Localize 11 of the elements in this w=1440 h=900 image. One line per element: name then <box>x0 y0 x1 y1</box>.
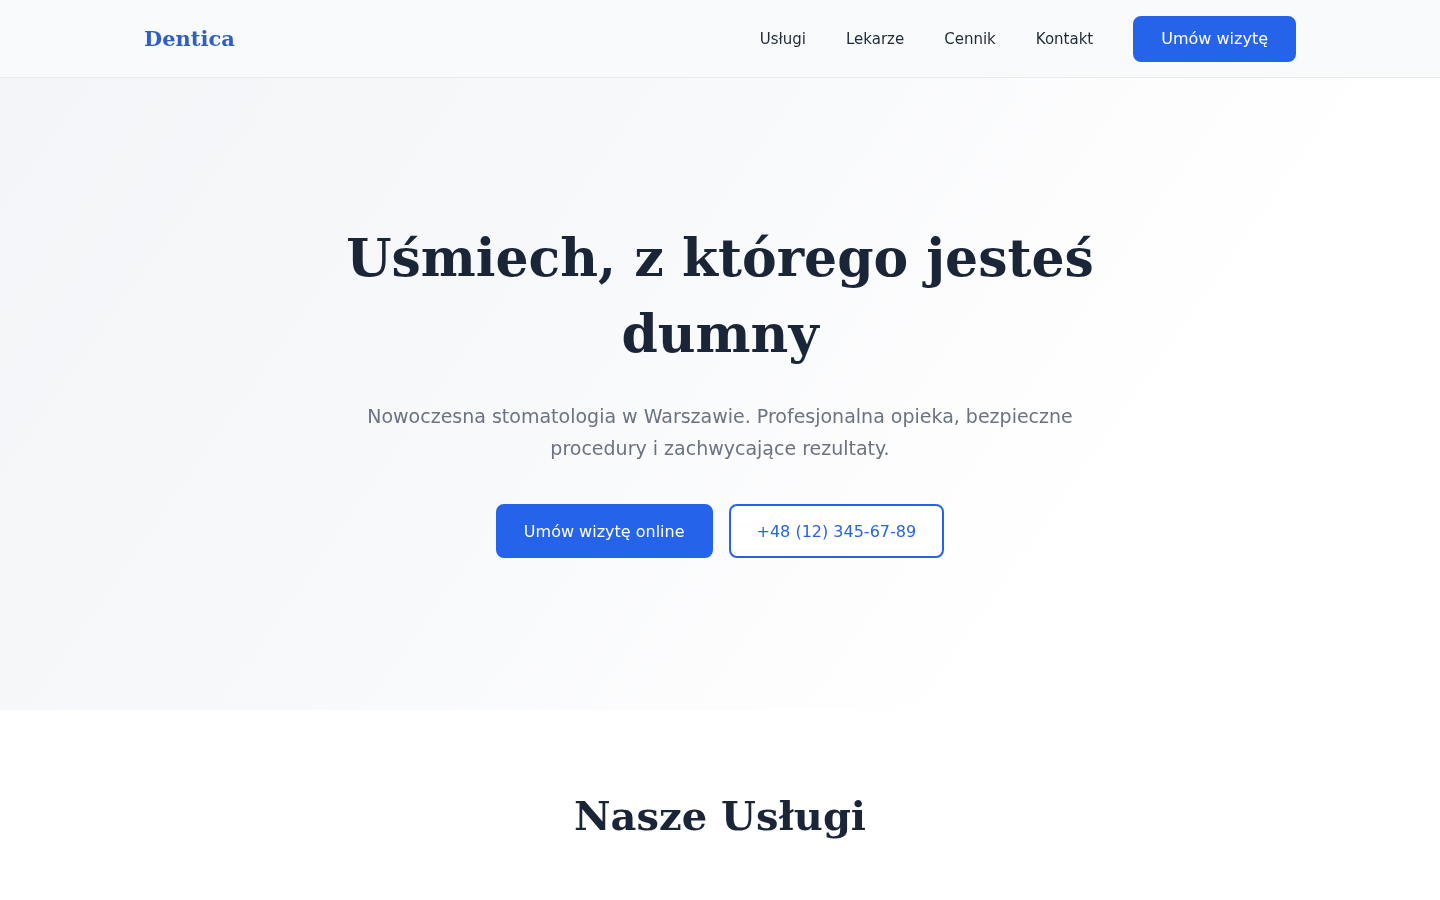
nav-link[interactable]: Lekarze <box>846 29 905 48</box>
phone-button[interactable]: +48 (12) 345-67-89 <box>728 504 945 558</box>
nav-link[interactable]: Kontakt <box>1035 29 1094 48</box>
book-button[interactable]: Umów wizytę <box>1133 15 1296 62</box>
logo[interactable]: Dentica <box>144 26 235 51</box>
hero-subtitle: Nowoczesna stomatologia w Warszawie. Profesjonalna opieka, bezpieczne procedury i zachwycające rezultaty. <box>366 404 1074 461</box>
nav-link[interactable]: Usługi <box>759 29 806 48</box>
section-title: Nasze Usługi <box>573 792 867 839</box>
nav-link[interactable]: Cennik <box>944 29 996 48</box>
hero-title: Uśmiech, z którego jesteś dumny <box>345 226 1095 366</box>
book-online-button[interactable]: Umów wizytę online <box>495 504 713 558</box>
